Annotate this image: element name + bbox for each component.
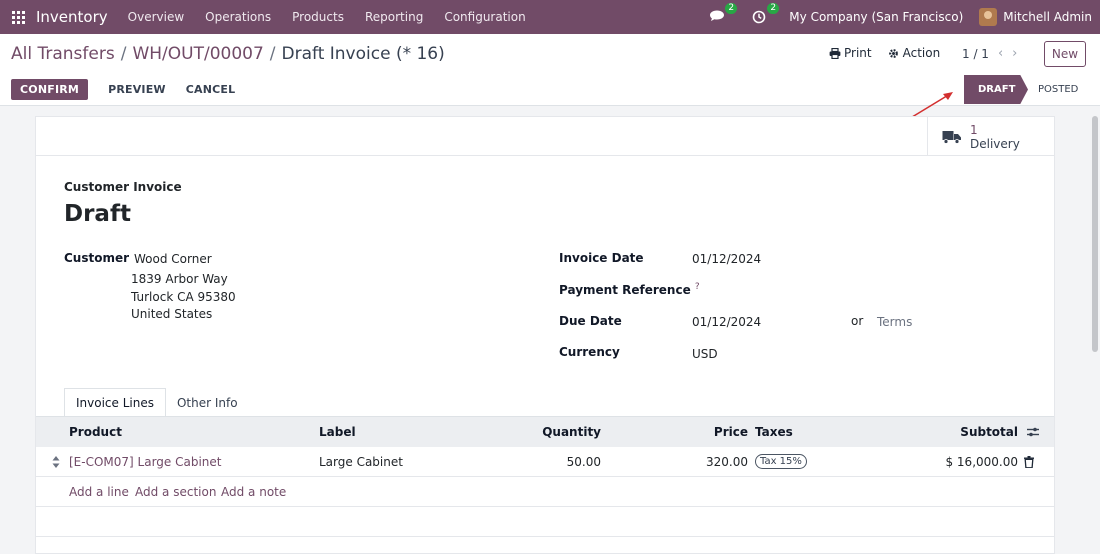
confirm-button[interactable]: CONFIRM bbox=[11, 79, 89, 100]
gear-icon bbox=[888, 48, 898, 58]
breadcrumb: All Transfers / WH/OUT/00007 / Draft Inv… bbox=[11, 44, 445, 64]
optional-columns-icon[interactable] bbox=[1027, 427, 1039, 437]
menu-item-reporting[interactable]: Reporting bbox=[365, 10, 423, 24]
customer-address-line1: 1839 Arbor Way bbox=[131, 272, 228, 286]
activities-badge: 2 bbox=[767, 3, 780, 14]
tab-invoice-lines[interactable]: Invoice Lines bbox=[64, 388, 166, 417]
drag-handle-icon[interactable] bbox=[52, 456, 60, 468]
line-subtotal: $ 16,000.00 bbox=[945, 454, 1018, 469]
payment-terms-field[interactable]: Terms bbox=[877, 315, 912, 329]
customer-label: Customer bbox=[64, 251, 130, 265]
delivery-smart-button[interactable]: 1 Delivery bbox=[927, 117, 1054, 156]
new-button[interactable]: New bbox=[1044, 41, 1086, 67]
messages-badge: 2 bbox=[725, 3, 738, 14]
menu-item-operations[interactable]: Operations bbox=[205, 10, 271, 24]
main-menu: Overview Operations Products Reporting C… bbox=[128, 10, 547, 24]
breadcrumb-separator: / bbox=[269, 44, 276, 64]
line-product[interactable]: [E-COM07] Large Cabinet bbox=[69, 455, 222, 469]
document-type: Customer Invoice bbox=[64, 180, 182, 194]
invoice-date-label: Invoice Date bbox=[559, 251, 644, 265]
status-bar: DRAFT POSTED bbox=[964, 75, 1078, 104]
payment-reference-field[interactable] bbox=[692, 283, 872, 299]
invoice-date-field[interactable]: 01/12/2024 bbox=[692, 252, 761, 266]
col-subtotal[interactable]: Subtotal bbox=[960, 425, 1018, 439]
col-taxes[interactable]: Taxes bbox=[755, 425, 793, 439]
table-row[interactable]: [E-COM07] Large Cabinet Large Cabinet 50… bbox=[36, 447, 1054, 477]
pager-value[interactable]: 1 / 1 bbox=[962, 47, 989, 61]
top-navbar: Inventory Overview Operations Products R… bbox=[0, 0, 1100, 34]
preview-button[interactable]: PREVIEW bbox=[100, 83, 174, 96]
activities-icon[interactable]: 2 bbox=[747, 3, 780, 27]
form-sheet: 1 Delivery Customer Invoice Draft Custom… bbox=[35, 116, 1055, 554]
col-quantity[interactable]: Quantity bbox=[542, 425, 601, 439]
smart-button-box: 1 Delivery bbox=[36, 117, 1054, 156]
pager-next-icon[interactable]: › bbox=[1012, 46, 1017, 61]
customer-address-line3: United States bbox=[131, 307, 213, 321]
col-price[interactable]: Price bbox=[714, 425, 748, 439]
breadcrumb-current: Draft Invoice (* 16) bbox=[281, 44, 445, 64]
page-scrollbar[interactable] bbox=[1092, 116, 1098, 352]
tax-badge[interactable]: Tax 15% bbox=[755, 454, 807, 469]
action-label: Action bbox=[902, 46, 941, 60]
due-date-field[interactable]: 01/12/2024 bbox=[692, 315, 761, 329]
payment-reference-label: Payment Reference ? bbox=[559, 282, 700, 297]
action-button[interactable]: Action bbox=[888, 46, 941, 60]
customer-address-line2: Turlock CA 95380 bbox=[131, 290, 236, 304]
pager-previous-icon[interactable]: ‹ bbox=[998, 46, 1003, 61]
notebook-tabs: Invoice Lines Other Info bbox=[64, 388, 249, 417]
app-name[interactable]: Inventory bbox=[36, 8, 108, 26]
line-label[interactable]: Large Cabinet bbox=[319, 455, 403, 469]
add-section-link[interactable]: Add a section bbox=[135, 485, 216, 499]
empty-row bbox=[36, 507, 1054, 537]
tab-other-info[interactable]: Other Info bbox=[166, 388, 249, 417]
customer-field[interactable]: Wood Corner bbox=[134, 252, 212, 266]
delivery-count: 1 bbox=[970, 122, 978, 137]
line-price[interactable]: 320.00 bbox=[706, 455, 748, 469]
document-name: Draft bbox=[64, 201, 131, 227]
payment-reference-text: Payment Reference bbox=[559, 283, 691, 297]
breadcrumb-transfer[interactable]: WH/OUT/00007 bbox=[132, 44, 263, 64]
cancel-button[interactable]: CANCEL bbox=[178, 83, 244, 96]
currency-field[interactable]: USD bbox=[692, 347, 718, 361]
menu-item-configuration[interactable]: Configuration bbox=[444, 10, 525, 24]
print-button[interactable]: Print bbox=[829, 46, 872, 60]
col-product[interactable]: Product bbox=[69, 425, 122, 439]
company-switcher[interactable]: My Company (San Francisco) bbox=[789, 10, 963, 24]
pager: 1 / 1 ‹ › bbox=[962, 46, 1017, 61]
add-note-link[interactable]: Add a note bbox=[221, 485, 286, 499]
currency-label: Currency bbox=[559, 345, 620, 359]
print-label: Print bbox=[844, 46, 872, 60]
add-line-row: Add a line Add a section Add a note bbox=[36, 477, 1054, 507]
trash-icon[interactable] bbox=[1024, 456, 1034, 468]
status-draft[interactable]: DRAFT bbox=[964, 75, 1028, 104]
due-date-label: Due Date bbox=[559, 314, 622, 328]
line-quantity[interactable]: 50.00 bbox=[567, 455, 601, 469]
menu-item-products[interactable]: Products bbox=[292, 10, 344, 24]
apps-menu-icon[interactable] bbox=[0, 0, 36, 34]
print-icon bbox=[829, 47, 841, 59]
delivery-label: Delivery bbox=[970, 136, 1020, 151]
breadcrumb-separator: / bbox=[120, 44, 127, 64]
user-menu[interactable]: Mitchell Admin bbox=[1003, 10, 1092, 24]
menu-item-overview[interactable]: Overview bbox=[128, 10, 185, 24]
avatar[interactable] bbox=[979, 8, 998, 26]
breadcrumb-all-transfers[interactable]: All Transfers bbox=[11, 44, 115, 64]
or-label: or bbox=[851, 314, 864, 328]
truck-icon bbox=[942, 130, 961, 144]
add-line-link[interactable]: Add a line bbox=[69, 485, 129, 499]
status-posted[interactable]: POSTED bbox=[1028, 75, 1078, 104]
col-label[interactable]: Label bbox=[319, 425, 356, 439]
messages-icon[interactable]: 2 bbox=[705, 3, 738, 27]
invoice-lines-header: Product Label Quantity Price Taxes Subto… bbox=[36, 417, 1054, 447]
